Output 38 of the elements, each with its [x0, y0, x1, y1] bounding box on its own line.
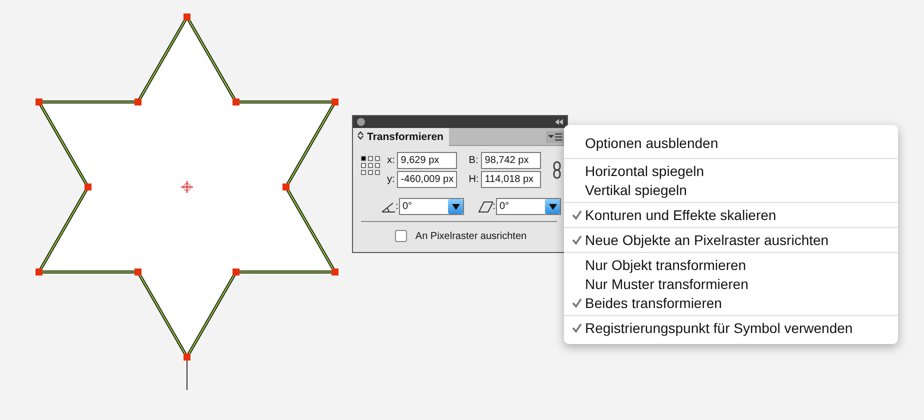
field-label: B: — [468, 155, 479, 166]
input-field[interactable]: 114,018 px — [480, 171, 541, 188]
chain-link-icon[interactable] — [552, 161, 561, 179]
checkbox[interactable] — [395, 230, 408, 242]
checkbox-label: An Pixelraster ausrichten — [415, 230, 527, 242]
menu-item[interactable]: Nur Muster transformieren — [564, 274, 898, 293]
dropdown-arrow-icon[interactable] — [452, 204, 460, 210]
menu-item[interactable]: Konturen und Effekte skalieren — [564, 205, 898, 224]
field-label: : — [396, 201, 398, 212]
input-field[interactable]: -460,009 px — [396, 171, 457, 188]
angle-icon — [381, 200, 396, 212]
close-icon[interactable] — [357, 118, 365, 126]
menu-item[interactable]: Optionen ausblenden — [564, 131, 898, 155]
menu-icon[interactable] — [546, 130, 564, 142]
field-label: : — [492, 201, 496, 212]
shear-angle-field[interactable]: 0° — [496, 198, 561, 215]
dropdown-arrow-icon[interactable] — [548, 204, 556, 210]
menu-item[interactable]: Nur Objekt transformieren — [564, 255, 898, 274]
input-field[interactable]: 9,629 px — [396, 152, 457, 169]
menu-item[interactable]: Registrierungspunkt für Symbol verwenden — [564, 318, 898, 337]
reference-point-icon[interactable] — [361, 156, 381, 176]
input-field[interactable]: 98,742 px — [480, 152, 541, 169]
menu-item[interactable]: Beides transformieren — [564, 293, 898, 312]
collapse-icon[interactable] — [555, 119, 563, 125]
menu-item[interactable]: Vertikal spiegeln — [564, 180, 898, 199]
field-label: y: — [386, 174, 395, 185]
shear-icon — [478, 200, 493, 212]
rotate-angle-field[interactable]: 0° — [399, 198, 464, 215]
field-label: x: — [386, 155, 395, 166]
checkmark-icon — [572, 234, 582, 244]
checkmark-icon — [572, 210, 582, 220]
expand-icon — [357, 131, 364, 140]
checkmark-icon — [572, 322, 582, 332]
field-label: H: — [468, 174, 479, 185]
menu-item[interactable]: Horizontal spiegeln — [564, 161, 898, 180]
checkmark-icon — [572, 298, 582, 308]
panel-tab[interactable]: Transformieren — [353, 128, 449, 146]
menu-item[interactable]: Neue Objekte an Pixelraster ausrichten — [564, 230, 898, 249]
